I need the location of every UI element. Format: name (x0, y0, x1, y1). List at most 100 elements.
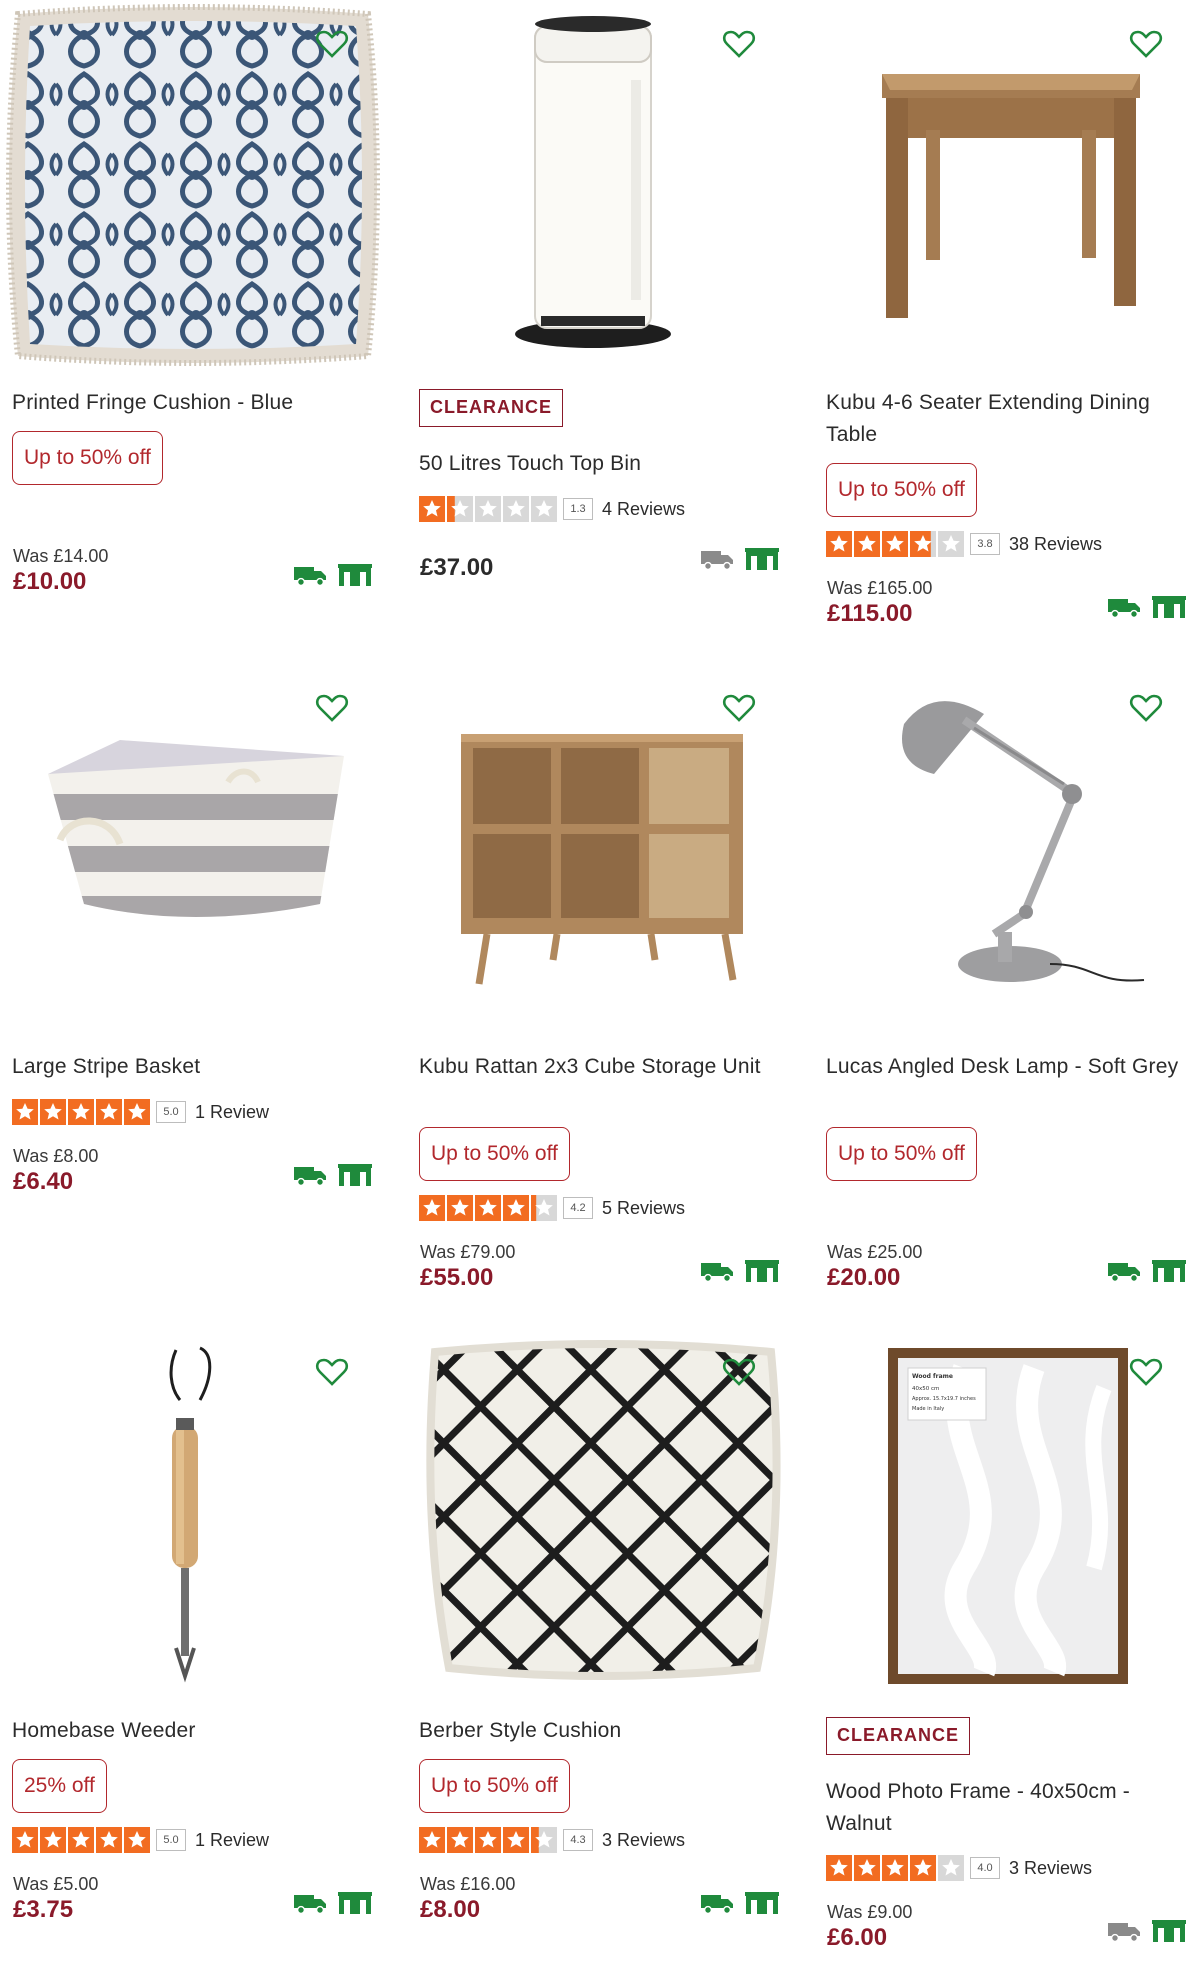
star-icon (475, 496, 501, 522)
product-title[interactable]: Kubu 4-6 Seater Extending Dining Table (826, 387, 1198, 451)
star-icon (531, 496, 557, 522)
product-title[interactable]: Large Stripe Basket (12, 1051, 384, 1083)
review-count-link[interactable]: 4 Reviews (602, 499, 685, 520)
current-price: £6.00 (827, 1924, 888, 1951)
was-price: Was £8.00 (13, 1146, 99, 1166)
star-icon (447, 1195, 473, 1221)
star-icon (910, 531, 936, 557)
product-image[interactable] (407, 1328, 793, 1698)
click-collect-store-icon (745, 1260, 779, 1282)
offer-badge: Up to 50% off (419, 1127, 570, 1181)
star-icon (124, 1827, 150, 1853)
star-icon (68, 1099, 94, 1125)
star-icon (447, 1827, 473, 1853)
product-title[interactable]: Lucas Angled Desk Lamp - Soft Grey (826, 1051, 1198, 1083)
click-collect-store-icon (338, 1164, 372, 1186)
product-image[interactable] (814, 0, 1200, 370)
wishlist-heart-icon[interactable] (314, 1354, 350, 1390)
wishlist-heart-icon[interactable] (314, 690, 350, 726)
rating[interactable]: 3.8 38 Reviews (826, 531, 1102, 557)
wishlist-heart-icon[interactable] (721, 26, 757, 62)
star-icon (910, 1855, 936, 1881)
review-count-link[interactable]: 3 Reviews (602, 1830, 685, 1851)
offer-badge: Up to 50% off (826, 1127, 977, 1181)
was-price: Was £25.00 (827, 1242, 923, 1262)
star-icon (503, 1195, 529, 1221)
star-rating (419, 496, 559, 522)
product-card[interactable]: Berber Style Cushion Up to 50% off 4.3 3… (407, 1328, 793, 1948)
star-icon (531, 1827, 557, 1853)
was-price: Was £79.00 (420, 1242, 516, 1262)
star-rating (12, 1827, 152, 1853)
product-image[interactable]: Wood frame 40x50 cm Approx. 15.7x19.7 in… (814, 1328, 1200, 1698)
product-card[interactable]: Large Stripe Basket 5.0 1 Review Was £8.… (0, 664, 386, 1284)
product-card[interactable]: Kubu 4-6 Seater Extending Dining Table U… (814, 0, 1200, 627)
star-rating (12, 1099, 152, 1125)
star-icon (68, 1827, 94, 1853)
product-image[interactable] (814, 664, 1200, 1034)
product-card[interactable]: Lucas Angled Desk Lamp - Soft Grey Up to… (814, 664, 1200, 1291)
rating[interactable]: 1.3 4 Reviews (419, 496, 685, 522)
delivery-unavailable-van-icon (701, 551, 733, 570)
review-count-link[interactable]: 1 Review (195, 1830, 269, 1851)
delivery-van-icon (294, 1167, 326, 1186)
was-price: Was £165.00 (827, 578, 933, 598)
star-icon (882, 531, 908, 557)
rating[interactable]: 5.0 1 Review (12, 1827, 269, 1853)
current-price: £3.75 (13, 1896, 74, 1923)
product-title[interactable]: Homebase Weeder (12, 1715, 384, 1747)
star-icon (12, 1099, 38, 1125)
clearance-label: CLEARANCE (419, 389, 564, 427)
frame-sticker-text: Made in Italy (912, 1406, 944, 1412)
clearance-label: CLEARANCE (826, 1717, 971, 1755)
wishlist-heart-icon[interactable] (1128, 26, 1164, 62)
star-icon (447, 496, 473, 522)
star-icon (882, 1855, 908, 1881)
product-title[interactable]: Kubu Rattan 2x3 Cube Storage Unit (419, 1051, 791, 1083)
product-title[interactable]: Wood Photo Frame - 40x50cm - Walnut (826, 1776, 1198, 1840)
review-count-link[interactable]: 3 Reviews (1009, 1858, 1092, 1879)
offer-badge: Up to 50% off (419, 1759, 570, 1813)
review-count-link[interactable]: 38 Reviews (1009, 534, 1102, 555)
review-count-link[interactable]: 1 Review (195, 1102, 269, 1123)
product-card[interactable]: Kubu Rattan 2x3 Cube Storage Unit Up to … (407, 664, 793, 1291)
star-icon (826, 1855, 852, 1881)
product-image[interactable] (0, 1328, 386, 1698)
product-card[interactable]: Wood frame 40x50 cm Approx. 15.7x19.7 in… (814, 1328, 1200, 1951)
star-icon (124, 1099, 150, 1125)
click-collect-store-icon (338, 564, 372, 586)
rating[interactable]: 4.3 3 Reviews (419, 1827, 685, 1853)
click-collect-store-icon (1152, 596, 1186, 618)
rating[interactable]: 5.0 1 Review (12, 1099, 269, 1125)
product-image[interactable] (0, 664, 386, 1034)
offer-badge: Up to 50% off (12, 431, 163, 485)
product-image[interactable] (407, 664, 793, 1034)
star-icon (419, 1195, 445, 1221)
click-collect-store-icon (1152, 1920, 1186, 1942)
product-title[interactable]: 50 Litres Touch Top Bin (419, 448, 791, 480)
delivery-van-icon (701, 1263, 733, 1282)
product-card[interactable]: Homebase Weeder 25% off 5.0 1 Review Was… (0, 1328, 386, 1948)
rating[interactable]: 4.2 5 Reviews (419, 1195, 685, 1221)
product-title[interactable]: Printed Fringe Cushion - Blue (12, 387, 384, 419)
product-title[interactable]: Berber Style Cushion (419, 1715, 791, 1747)
rating[interactable]: 4.0 3 Reviews (826, 1855, 1092, 1881)
product-card[interactable]: CLEARANCE 50 Litres Touch Top Bin 1.3 4 … (407, 0, 793, 620)
star-icon (938, 531, 964, 557)
was-price: Was £16.00 (420, 1874, 516, 1894)
star-icon (96, 1099, 122, 1125)
star-icon (40, 1099, 66, 1125)
frame-sticker-text: Approx. 15.7x19.7 inches (912, 1396, 976, 1402)
review-count-link[interactable]: 5 Reviews (602, 1198, 685, 1219)
click-collect-store-icon (745, 548, 779, 570)
wishlist-heart-icon[interactable] (1128, 690, 1164, 726)
wishlist-heart-icon[interactable] (1128, 1354, 1164, 1390)
delivery-van-icon (294, 1895, 326, 1914)
frame-sticker-text: Wood frame (912, 1373, 953, 1380)
wishlist-heart-icon[interactable] (314, 26, 350, 62)
product-image[interactable] (407, 0, 793, 370)
wishlist-heart-icon[interactable] (721, 1354, 757, 1390)
product-image[interactable] (0, 0, 386, 370)
product-card[interactable]: Printed Fringe Cushion - Blue Up to 50% … (0, 0, 386, 620)
wishlist-heart-icon[interactable] (721, 690, 757, 726)
